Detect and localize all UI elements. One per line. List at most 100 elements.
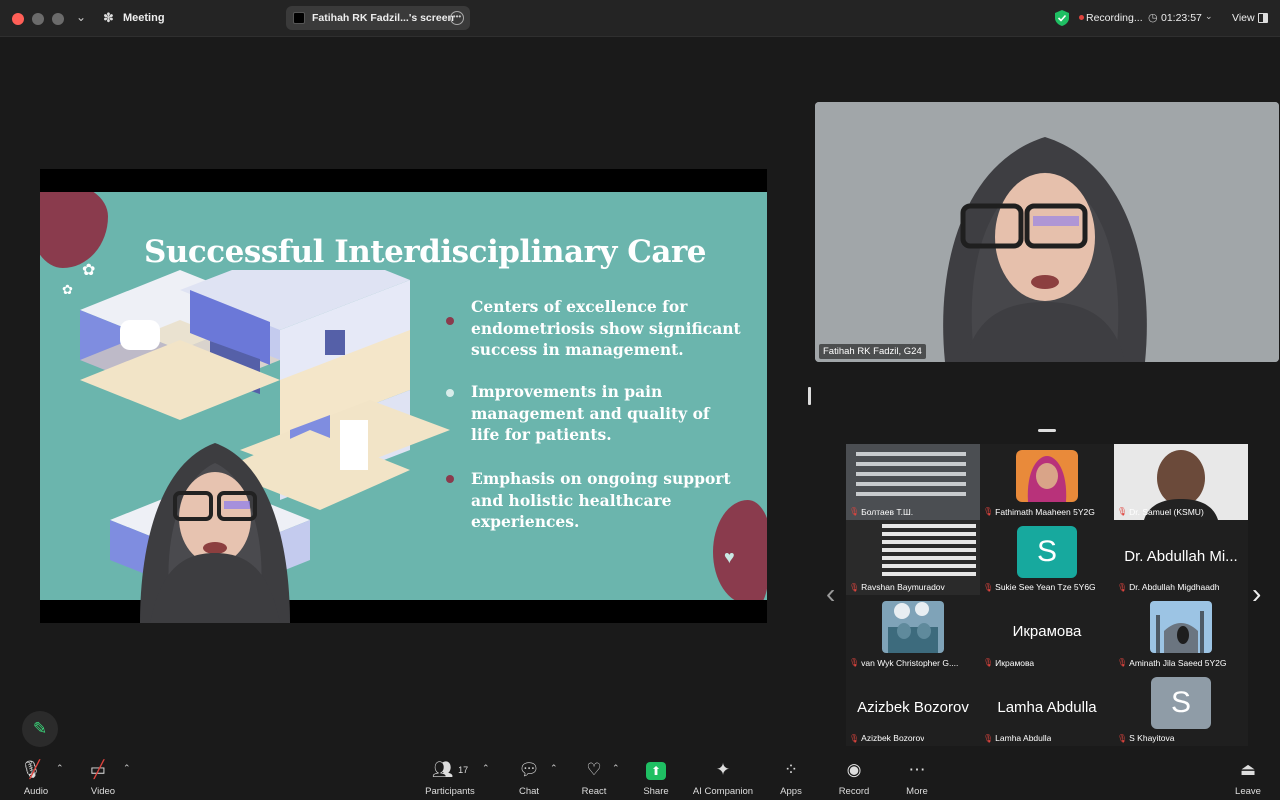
recording-status[interactable]: Recording... bbox=[1086, 12, 1143, 24]
participant-name: S Khayitova bbox=[1129, 733, 1175, 743]
panel-resize-handle[interactable] bbox=[808, 387, 811, 405]
participant-tile[interactable]: 🎙︎ Болтаев Т.Ш. bbox=[846, 444, 980, 520]
gallery-next-arrow-icon[interactable]: › bbox=[1252, 578, 1261, 610]
chevron-down-icon[interactable]: ⌄ bbox=[76, 10, 86, 24]
share-label: Share bbox=[643, 786, 669, 797]
participant-tile[interactable]: Dr. Abdullah Mi... 🎙︎ Dr. Abdullah Migdha… bbox=[1114, 519, 1248, 595]
participant-photo bbox=[1150, 601, 1212, 653]
leave-button[interactable]: ⏏ Leave bbox=[1212, 758, 1280, 797]
view-layout-icon[interactable] bbox=[1258, 13, 1268, 23]
participant-tile[interactable]: S 🎙︎ Sukie See Yean Tze 5Y6G bbox=[980, 519, 1114, 595]
participant-name: Fathimath Maaheen 5Y2G bbox=[995, 506, 1095, 517]
active-speaker-video[interactable]: Fatihah RK Fadzil, G24 bbox=[815, 102, 1279, 362]
share-button[interactable]: ⬆ Share bbox=[620, 758, 692, 797]
shared-screen-pill[interactable]: Fatihah RK Fadzil...'s screen ••• bbox=[286, 6, 470, 30]
participant-name: Dr. Abdullah Migdhaadh bbox=[1129, 582, 1220, 592]
bullet-dot bbox=[446, 475, 454, 483]
participant-tile[interactable]: 🎙︎ van Wyk Christopher G.... bbox=[846, 595, 980, 671]
muted-mic-icon: 🎙︎ bbox=[849, 658, 860, 667]
muted-mic-icon: 🎙︎ bbox=[1117, 582, 1128, 592]
pencil-annotate-icon[interactable]: ✎ bbox=[22, 711, 58, 747]
participant-name: Aminath Jila Saeed 5Y2G bbox=[1129, 657, 1227, 668]
video-options-caret-icon[interactable]: ⌃ bbox=[123, 763, 131, 774]
participant-name-tag: Fatihah RK Fadzil, G24 bbox=[819, 344, 926, 359]
minimize-window-button[interactable] bbox=[32, 13, 44, 25]
participant-tile[interactable]: Икрамова 🎙︎ Икрамова bbox=[980, 595, 1114, 671]
more-options-icon[interactable]: ••• bbox=[450, 11, 464, 25]
sparkle-icon: ✦ bbox=[715, 760, 731, 779]
muted-mic-icon: 🎙︎ bbox=[983, 733, 994, 743]
participant-display-name: Икрамова bbox=[1012, 623, 1082, 640]
video-label: Video bbox=[90, 786, 116, 797]
participant-name: Болтаев Т.Ш. bbox=[861, 506, 914, 517]
participant-photo bbox=[1016, 450, 1078, 502]
apps-grid-icon: ⁘ bbox=[783, 760, 799, 779]
participants-options-caret-icon[interactable]: ⌃ bbox=[482, 763, 490, 774]
decorative-blob bbox=[40, 192, 108, 268]
chat-options-caret-icon[interactable]: ⌃ bbox=[550, 763, 558, 774]
share-arrow-icon: ⬆ bbox=[646, 762, 666, 780]
ai-companion-label: AI Companion bbox=[692, 786, 754, 797]
record-label: Record bbox=[838, 786, 870, 797]
zoom-window-button[interactable] bbox=[52, 13, 64, 25]
shield-icon[interactable] bbox=[1055, 10, 1069, 26]
muted-mic-icon: 🎙︎ bbox=[983, 507, 994, 516]
participant-name: Sukie See Yean Tze 5Y6G bbox=[995, 582, 1096, 592]
slide-bullet: Emphasis on ongoing support and holistic… bbox=[471, 469, 731, 531]
bullet-dot bbox=[446, 317, 454, 325]
participant-tile[interactable]: Azizbek Bozorov 🎙︎ Azizbek Bozorov bbox=[846, 670, 980, 746]
apps-button[interactable]: ⁘ Apps bbox=[755, 758, 827, 797]
participant-avatar: S bbox=[1151, 676, 1211, 729]
participant-tile[interactable]: Lamha Abdulla 🎙︎ Lamha Abdulla bbox=[980, 670, 1114, 746]
ai-companion-button[interactable]: ✦ AI Companion bbox=[687, 758, 759, 797]
muted-mic-icon: 🎙︎ bbox=[1117, 658, 1128, 667]
participant-tile[interactable]: 🎙︎ Aminath Jila Saeed 5Y2G bbox=[1114, 595, 1248, 671]
slide-bullet: Improvements in pain management and qual… bbox=[471, 382, 710, 444]
participant-avatar: S bbox=[1017, 525, 1077, 578]
participant-gallery: 🎙︎ Болтаев Т.Ш. 🎙︎ Fathimath Maaheen 5Y2G … bbox=[846, 444, 1248, 746]
gallery-drag-handle[interactable] bbox=[1038, 429, 1056, 432]
meeting-timer[interactable]: 01:23:57 bbox=[1161, 12, 1202, 24]
window-titlebar: ⌄ ✽ Meeting Fatihah RK Fadzil...'s scree… bbox=[0, 0, 1280, 37]
participant-display-name: Dr. Abdullah Mi... bbox=[1124, 547, 1238, 565]
meeting-title[interactable]: Meeting bbox=[123, 12, 165, 24]
screen-thumbnail-icon bbox=[293, 12, 305, 24]
participants-count: 17 bbox=[458, 765, 469, 775]
bullet-dot bbox=[446, 389, 454, 397]
record-button[interactable]: ◉ Record bbox=[818, 758, 890, 797]
audio-options-caret-icon[interactable]: ⌃ bbox=[56, 763, 64, 774]
chat-label: Chat bbox=[518, 786, 540, 797]
chevron-down-icon[interactable]: ⌄ bbox=[1205, 11, 1213, 22]
apps-label: Apps bbox=[780, 786, 802, 797]
leave-door-icon: ⏏ bbox=[1239, 760, 1257, 779]
presenter-overlay-video bbox=[140, 443, 290, 623]
participants-icon: 👥︎ bbox=[431, 760, 454, 779]
muted-mic-icon: 🎙︎ bbox=[849, 582, 860, 592]
gallery-prev-arrow-icon[interactable]: ‹ bbox=[826, 578, 835, 610]
audio-label: Audio bbox=[23, 786, 49, 797]
participant-tile[interactable]: 🎙︎ Dr. Samuel (KSMU) bbox=[1114, 444, 1248, 520]
participant-photo bbox=[882, 601, 944, 653]
participant-display-name: Azizbek Bozorov bbox=[857, 698, 969, 716]
participant-tile[interactable]: 🎙︎ Ravshan Baymuradov bbox=[846, 519, 980, 595]
slide-bullet: Centers of excellence for endometriosis … bbox=[471, 297, 741, 359]
shared-screen-view: ✿ ✿ ♥ Successful Interdisciplinary Care … bbox=[40, 169, 767, 623]
muted-mic-icon: 🎙︎ bbox=[1117, 733, 1128, 743]
more-button[interactable]: ⋯ More bbox=[881, 758, 953, 797]
shared-screen-label: Fatihah RK Fadzil...'s screen bbox=[312, 12, 454, 24]
view-button[interactable]: View bbox=[1232, 12, 1255, 24]
participants-label: Participants bbox=[425, 786, 475, 797]
meeting-paw-icon: ✽ bbox=[103, 10, 114, 25]
muted-mic-icon: 🎙︎ bbox=[849, 733, 860, 743]
recording-dot-icon bbox=[1079, 15, 1084, 20]
muted-mic-icon: 🎙︎ bbox=[983, 582, 994, 592]
participants-button[interactable]: 👥︎ 17 Participants bbox=[414, 758, 486, 797]
close-window-button[interactable] bbox=[12, 13, 24, 25]
heart-icon: ♥ bbox=[724, 547, 735, 567]
react-options-caret-icon[interactable]: ⌃ bbox=[612, 763, 620, 774]
participant-name: Dr. Samuel (KSMU) bbox=[1129, 506, 1204, 517]
clock-icon: ◷ bbox=[1148, 12, 1158, 24]
participant-tile[interactable]: 🎙︎ Fathimath Maaheen 5Y2G bbox=[980, 444, 1114, 520]
leave-label: Leave bbox=[1235, 786, 1261, 797]
participant-tile[interactable]: S 🎙︎ S Khayitova bbox=[1114, 670, 1248, 746]
